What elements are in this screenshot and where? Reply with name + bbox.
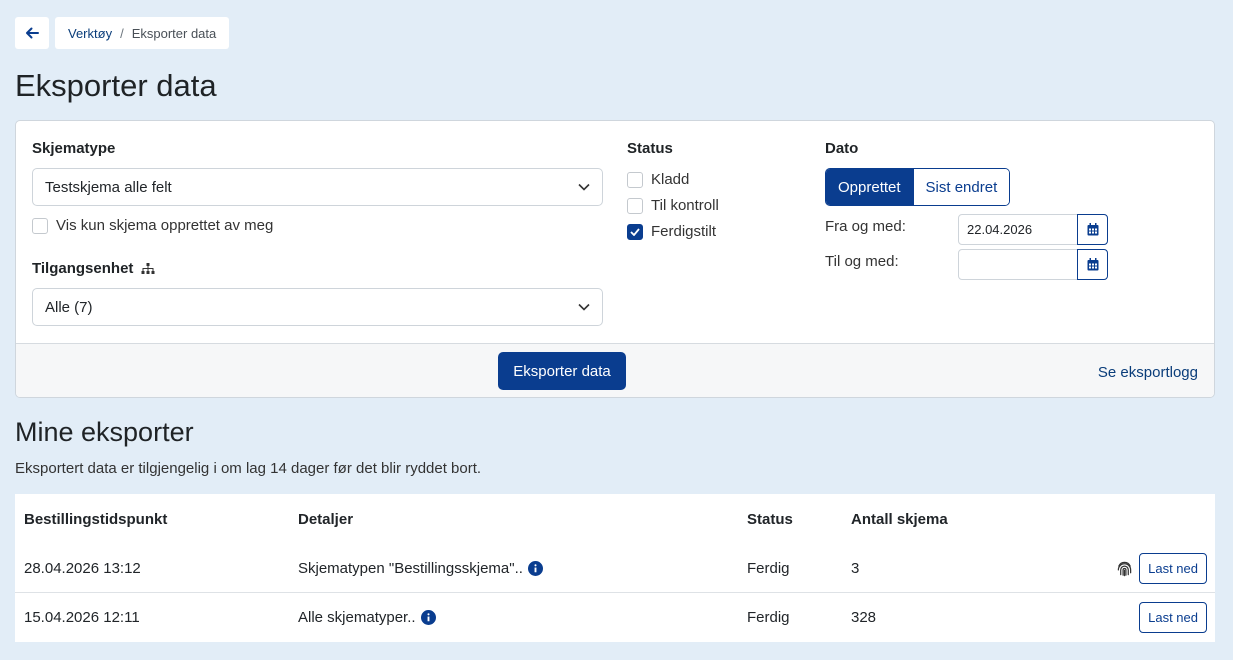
only-mine-label: Vis kun skjema opprettet av meg (56, 217, 274, 234)
breadcrumb-link-tools[interactable]: Verktøy (68, 26, 112, 41)
to-date-input[interactable] (958, 249, 1078, 280)
status-option-label: Ferdigstilt (651, 223, 717, 240)
calendar-icon (1087, 223, 1098, 236)
access-unit-value: Alle (7) (45, 298, 93, 316)
row-details-text: Alle skjematyper.. (298, 609, 416, 626)
table-row: 15.04.2026 12:11 Alle skjematyper.. Ferd… (15, 593, 1215, 642)
checkbox-box[interactable] (627, 197, 643, 214)
row-status: Ferdig (747, 609, 790, 626)
schema-type-select[interactable]: Testskjema alle felt (32, 168, 603, 206)
table-row: 28.04.2026 13:12 Skjematypen "Bestilling… (15, 544, 1215, 593)
my-exports-title: Mine eksporter (15, 417, 194, 447)
status-option-label: Til kontroll (651, 197, 719, 214)
row-count: 3 (851, 559, 860, 577)
calendar-icon (1087, 258, 1098, 271)
table-header-row: Bestillingstidspunkt Detaljer Status Ant… (15, 494, 1215, 544)
download-button[interactable]: Last ned (1139, 602, 1207, 633)
date-type-toggle: Opprettet Sist endret (825, 168, 1011, 206)
column-header-order-time: Bestillingstidspunkt (24, 510, 168, 528)
schema-type-value: Testskjema alle felt (45, 178, 172, 196)
status-option-til-kontroll[interactable]: Til kontroll (627, 197, 719, 214)
checkbox-box[interactable] (627, 171, 643, 188)
hierarchy-icon (141, 262, 155, 274)
column-header-count: Antall skjema (851, 510, 948, 528)
row-actions: Last ned (1139, 593, 1207, 642)
from-date-label: Fra og med: (825, 218, 906, 235)
card-footer: Eksporter data Se eksportlogg (16, 343, 1214, 397)
export-log-link[interactable]: Se eksportlogg (1098, 364, 1198, 381)
from-date-input[interactable]: 22.04.2026 (958, 214, 1078, 245)
breadcrumb-separator: / (120, 25, 124, 41)
breadcrumb: Verktøy / Eksporter data (55, 17, 230, 49)
checkbox-box-checked[interactable] (627, 223, 643, 240)
back-button[interactable] (15, 17, 49, 49)
row-count: 328 (851, 609, 877, 626)
access-unit-label-row: Tilgangsenhet (32, 260, 155, 277)
arrow-left-icon (26, 27, 39, 39)
info-icon[interactable] (420, 610, 436, 625)
from-date-calendar-button[interactable] (1077, 214, 1108, 245)
access-unit-label: Tilgangsenhet (32, 260, 134, 277)
page-title: Eksporter data (15, 68, 217, 103)
row-details-text: Skjematypen "Bestillingsskjema".. (298, 559, 523, 577)
chevron-down-icon (578, 303, 590, 311)
export-filter-card: Skjematype Testskjema alle felt Vis kun … (15, 120, 1215, 398)
row-time: 15.04.2026 12:11 (24, 609, 140, 626)
column-header-status: Status (747, 510, 793, 528)
row-actions: Last ned (1116, 544, 1207, 592)
only-mine-checkbox[interactable]: Vis kun skjema opprettet av meg (32, 217, 273, 234)
to-date-calendar-button[interactable] (1077, 249, 1108, 280)
top-bar: Verktøy / Eksporter data (15, 17, 230, 49)
exports-table: Bestillingstidspunkt Detaljer Status Ant… (15, 494, 1215, 642)
row-details: Alle skjematyper.. (298, 593, 436, 642)
to-date-label: Til og med: (825, 253, 899, 270)
my-exports-description: Eksportert data er tilgjengelig i om lag… (15, 460, 482, 477)
schema-type-label: Skjematype (32, 140, 116, 157)
toggle-created[interactable]: Opprettet (826, 169, 913, 205)
status-option-ferdigstilt[interactable]: Ferdigstilt (627, 223, 716, 240)
row-details: Skjematypen "Bestillingsskjema".. (298, 544, 543, 592)
access-unit-select[interactable]: Alle (7) (32, 288, 603, 326)
breadcrumb-current: Eksporter data (131, 25, 217, 41)
check-icon (630, 227, 640, 236)
fingerprint-icon (1117, 561, 1132, 576)
checkbox-box[interactable] (32, 217, 48, 234)
export-data-button[interactable]: Eksporter data (498, 352, 626, 390)
column-header-details: Detaljer (298, 510, 354, 528)
toggle-last-modified[interactable]: Sist endret (912, 169, 1010, 205)
download-button[interactable]: Last ned (1139, 552, 1207, 584)
date-label: Dato (825, 140, 859, 157)
info-icon[interactable] (527, 560, 543, 576)
row-time: 28.04.2026 13:12 (24, 559, 141, 577)
status-option-kladd[interactable]: Kladd (627, 171, 689, 188)
status-label: Status (627, 140, 673, 157)
status-option-label: Kladd (651, 171, 690, 188)
row-status: Ferdig (747, 559, 790, 577)
chevron-down-icon (578, 183, 590, 191)
